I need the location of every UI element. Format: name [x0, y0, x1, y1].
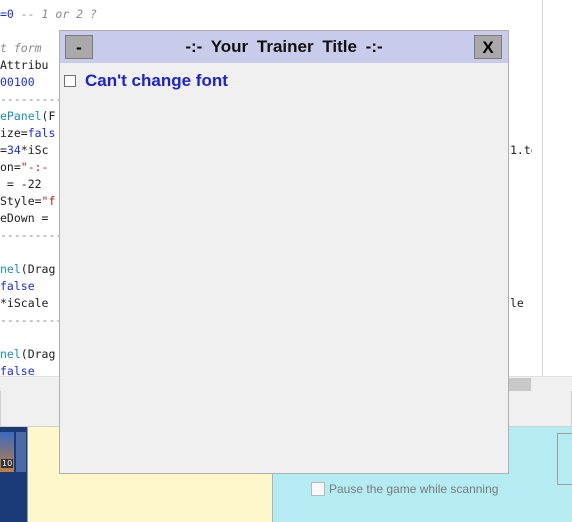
code-token: =	[0, 143, 7, 157]
code-token: ePanel	[0, 109, 42, 123]
code-line: ePanel(F	[0, 108, 55, 125]
code-line: =0 -- 1 or 2 ?	[0, 6, 97, 23]
game-icon[interactable]: 10	[0, 427, 27, 522]
code-token: (Drag	[20, 262, 56, 276]
code-line: Style="f	[0, 193, 55, 210]
close-button[interactable]: X	[474, 35, 502, 59]
font-checkbox[interactable]	[64, 75, 76, 87]
code-token: on=	[0, 160, 21, 174]
font-checkbox-label: Can't change font	[85, 71, 228, 90]
code-token: (F	[41, 109, 56, 123]
code-token: ize=	[0, 126, 28, 140]
code-token: fals	[27, 126, 56, 140]
code-token: *iScale	[0, 296, 49, 310]
code-token: "f	[41, 194, 56, 208]
code-token: false	[0, 279, 35, 293]
code-line: nel(Drag	[0, 346, 55, 363]
code-overflow-text: le	[510, 296, 524, 310]
code-line: *iScale	[0, 295, 48, 312]
code-line: Attribu	[0, 57, 48, 74]
code-token: "-:-	[20, 160, 49, 174]
code-line: eDown =	[0, 210, 48, 227]
code-token: nel	[0, 262, 21, 276]
code-token: = -22	[0, 177, 42, 191]
code-token: *iSc	[20, 143, 49, 157]
editor-side-pane	[532, 0, 572, 376]
code-token: (Drag	[20, 347, 56, 361]
code-token: Attribu	[0, 58, 49, 72]
code-token: t form	[0, 41, 42, 55]
code-token: nel	[0, 347, 21, 361]
code-token: 34	[6, 143, 21, 157]
code-line: nel(Drag	[0, 261, 55, 278]
code-line: = -22	[0, 176, 42, 193]
code-token: 00100	[0, 75, 35, 89]
icon-badge: 10	[1, 459, 14, 468]
pause-checkbox[interactable]	[311, 482, 325, 496]
code-token: -- 1 or 2 ?	[20, 7, 97, 21]
pause-option[interactable]: Pause the game while scanning	[311, 482, 498, 496]
code-line: t form	[0, 40, 42, 57]
window-title: -:- Your Trainer Title -:-	[185, 37, 383, 56]
code-line: ize=fals	[0, 125, 55, 142]
code-line: =34*iSc	[0, 142, 49, 159]
code-line: on="-:-	[0, 159, 48, 176]
pause-label: Pause the game while scanning	[329, 482, 499, 496]
trainer-window: - -:- Your Trainer Title -:- X Can't cha…	[59, 30, 509, 474]
code-line: 00100	[0, 74, 35, 91]
scan-side-box	[557, 433, 572, 485]
title-bar[interactable]: - -:- Your Trainer Title -:- X	[60, 31, 508, 63]
code-token: Style=	[0, 194, 42, 208]
code-token: eDown =	[0, 211, 49, 225]
font-option[interactable]: Can't change font	[64, 71, 228, 91]
code-token: =0	[0, 7, 21, 21]
code-line: false	[0, 278, 35, 295]
